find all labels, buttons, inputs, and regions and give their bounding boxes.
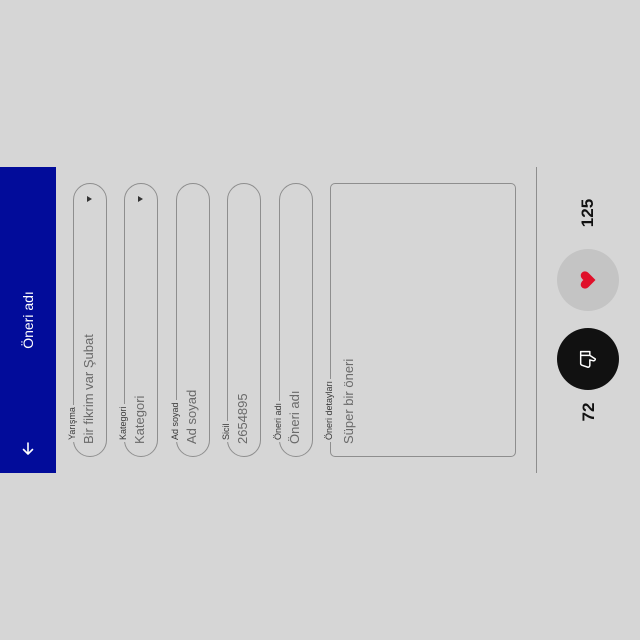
registry-field[interactable]: Sicil 2654895 [221, 183, 261, 457]
suggestion-details-label: Öneri detayları [324, 378, 335, 442]
competition-dropdown[interactable]: Yarışma Bir fikrim var Şubat [67, 183, 107, 457]
competition-label: Yarışma [67, 405, 78, 442]
suggestion-details-value: Süper bir öneri [341, 358, 356, 444]
category-label: Kategori [118, 404, 129, 442]
page-title: Öneri adı [20, 291, 36, 349]
dislike-action-button[interactable] [557, 328, 619, 390]
suggestion-name-value: Öneri adı [287, 390, 302, 444]
name-field[interactable]: Ad soyad Ad soyad [170, 183, 210, 457]
competition-value: Bir fikrim var Şubat [81, 334, 96, 444]
heart-icon [580, 271, 596, 289]
rotated-app: Öneri adı Yarışma Bir fikrim var Şubat K… [0, 167, 640, 473]
category-value: Kategori [132, 395, 147, 444]
suggestion-details-textarea[interactable]: Öneri detayları Süper bir öneri [324, 183, 516, 457]
registry-value: 2654895 [235, 393, 250, 444]
like-action-button[interactable] [557, 249, 619, 311]
screen: Öneri adı Yarışma Bir fikrim var Şubat K… [0, 0, 640, 640]
app-bar: Öneri adı [0, 167, 56, 473]
registry-label: Sicil [221, 421, 232, 442]
suggestion-name-field[interactable]: Öneri adı Öneri adı [273, 183, 313, 457]
dropdown-arrow-icon [138, 196, 143, 202]
name-value: Ad soyad [184, 389, 199, 444]
thumbs-down-icon [579, 350, 597, 368]
divider [536, 167, 537, 473]
suggestion-name-label: Öneri adı [273, 400, 284, 442]
name-label: Ad soyad [170, 400, 181, 442]
dropdown-arrow-icon [87, 196, 92, 202]
category-dropdown[interactable]: Kategori Kategori [118, 183, 158, 457]
